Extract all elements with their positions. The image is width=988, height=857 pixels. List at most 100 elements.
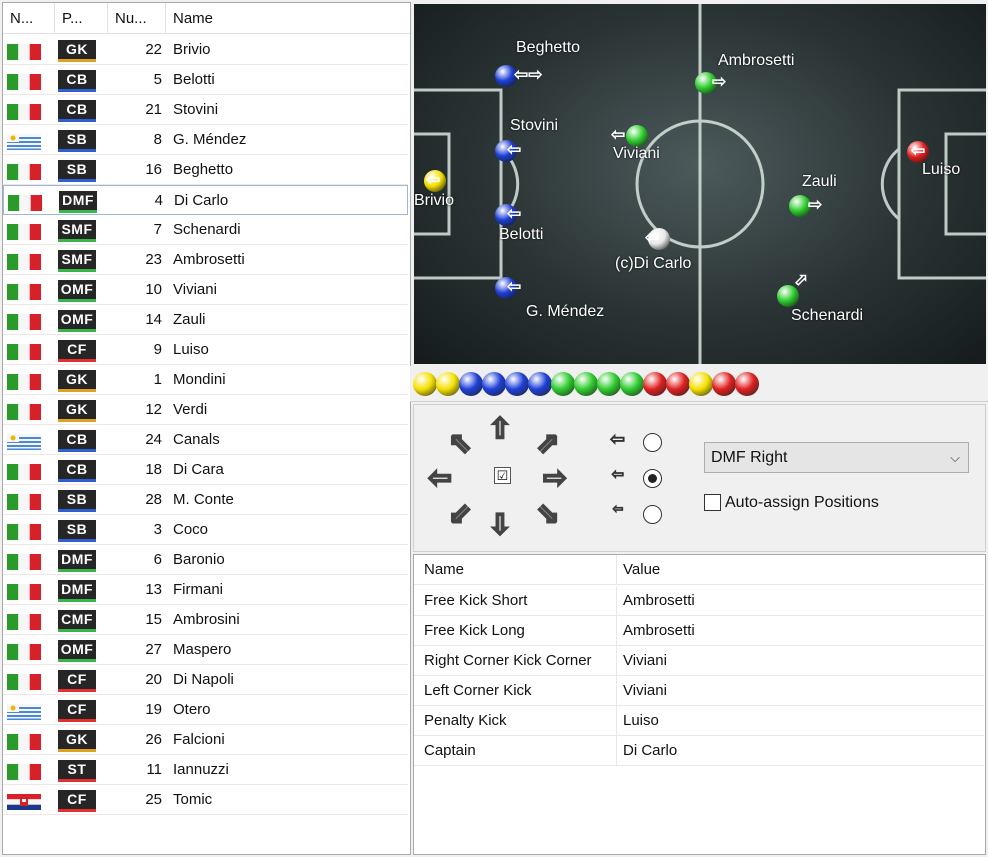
player-label: (c)Di Carlo bbox=[615, 255, 692, 272]
player-name: Stovini bbox=[173, 101, 219, 118]
roster-row[interactable]: CMF 15 Ambrosini bbox=[3, 605, 408, 635]
roster-row[interactable]: SMF 7 Schenardi bbox=[3, 215, 408, 245]
roster-row[interactable]: ST 11 Iannuzzi bbox=[3, 755, 408, 785]
column-header-nation[interactable]: N... bbox=[3, 3, 55, 34]
flag-icon bbox=[7, 794, 41, 810]
movement-arrow-icon: ⬀ bbox=[794, 270, 809, 289]
auto-assign-checkbox[interactable]: Auto-assign Positions bbox=[704, 494, 879, 514]
speed-radio[interactable] bbox=[643, 433, 662, 452]
center-checkbox[interactable]: ☑ bbox=[494, 467, 511, 484]
position-color-bar bbox=[58, 659, 96, 662]
set-piece-taker[interactable]: Di Carlo bbox=[617, 736, 984, 766]
player-ball-icon[interactable] bbox=[626, 125, 648, 147]
roster-row[interactable]: CF 20 Di Napoli bbox=[3, 665, 408, 695]
formation-ball-icon bbox=[528, 372, 552, 396]
player-number: 18 bbox=[145, 461, 162, 478]
formation-ball-icon bbox=[597, 372, 621, 396]
player-name: Luiso bbox=[173, 341, 209, 358]
column-header-name[interactable]: Name bbox=[166, 3, 409, 34]
set-piece-row[interactable]: Left Corner Kick Viviani bbox=[414, 676, 984, 706]
set-piece-name: Free Kick Short bbox=[414, 586, 617, 616]
roster-row[interactable]: CB 5 Belotti bbox=[3, 65, 408, 95]
roster-row[interactable]: CF 25 Tomic bbox=[3, 785, 408, 815]
position-color-bar bbox=[58, 569, 96, 572]
set-piece-name: Penalty Kick bbox=[414, 706, 617, 736]
player-name: Firmani bbox=[173, 581, 224, 598]
player-number: 21 bbox=[145, 101, 162, 118]
roster-row[interactable]: SB 8 G. Méndez bbox=[3, 125, 408, 155]
roster-row[interactable]: OMF 10 Viviani bbox=[3, 275, 408, 305]
roster-row[interactable]: SMF 23 Ambrosetti bbox=[3, 245, 408, 275]
roster-row[interactable]: CB 18 Di Cara bbox=[3, 455, 408, 485]
position-badge: GK bbox=[58, 370, 96, 392]
set-piece-row[interactable]: Captain Di Carlo bbox=[414, 736, 984, 766]
player-label: Stovini bbox=[510, 117, 559, 134]
player-label: Brivio bbox=[414, 192, 455, 209]
player-name: Baronio bbox=[173, 551, 225, 568]
direction-arrow-icon[interactable]: ⇙ bbox=[444, 497, 476, 530]
roster-row[interactable]: CB 21 Stovini bbox=[3, 95, 408, 125]
speed-radio[interactable] bbox=[643, 469, 662, 488]
roster-row[interactable]: OMF 27 Maspero bbox=[3, 635, 408, 665]
position-badge: SB bbox=[58, 490, 96, 512]
column-header-name[interactable]: Name bbox=[414, 555, 617, 585]
set-piece-taker[interactable]: Ambrosetti bbox=[617, 616, 984, 646]
player-number: 27 bbox=[145, 641, 162, 658]
direction-arrow-icon[interactable]: ⇖ bbox=[444, 426, 476, 459]
roster-row[interactable]: DMF 13 Firmani bbox=[3, 575, 408, 605]
set-piece-taker[interactable]: Viviani bbox=[617, 646, 984, 676]
player-number: 1 bbox=[153, 371, 162, 388]
position-badge-label: ST bbox=[58, 760, 96, 779]
direction-arrow-icon[interactable]: ⇩ bbox=[484, 508, 516, 541]
flag-icon bbox=[7, 134, 41, 150]
position-badge-label: DMF bbox=[59, 191, 97, 210]
direction-arrow-icon[interactable]: ⇦ bbox=[424, 461, 456, 494]
speed-radio[interactable] bbox=[643, 505, 662, 524]
position-badge: SMF bbox=[58, 220, 96, 242]
formation-pitch[interactable]: ⇦⇨ Beghetto ⇨ Ambrosetti ⇦ Stovini ⇦ Viviani ⇦ Br… bbox=[414, 4, 986, 364]
column-header-value[interactable]: Value bbox=[617, 555, 984, 585]
roster-row[interactable]: SB 16 Beghetto bbox=[3, 155, 408, 185]
set-piece-taker[interactable]: Viviani bbox=[617, 676, 984, 706]
roster-row[interactable]: DMF 6 Baronio bbox=[3, 545, 408, 575]
roster-row[interactable]: DMF 4 Di Carlo bbox=[3, 185, 408, 215]
direction-arrow-icon[interactable]: ⇧ bbox=[484, 412, 516, 445]
set-piece-taker[interactable]: Luiso bbox=[617, 706, 984, 736]
set-piece-taker[interactable]: Ambrosetti bbox=[617, 586, 984, 616]
player-name: Di Napoli bbox=[173, 671, 234, 688]
roster-row[interactable]: CF 19 Otero bbox=[3, 695, 408, 725]
player-number: 7 bbox=[153, 221, 162, 238]
position-color-bar bbox=[58, 389, 96, 392]
direction-arrow-icon[interactable]: ⇗ bbox=[532, 426, 564, 459]
position-badge: CF bbox=[58, 700, 96, 722]
roster-row[interactable]: GK 1 Mondini bbox=[3, 365, 408, 395]
set-piece-row[interactable]: Free Kick Short Ambrosetti bbox=[414, 586, 984, 616]
roster-row[interactable]: OMF 14 Zauli bbox=[3, 305, 408, 335]
direction-arrow-icon[interactable]: ⇘ bbox=[532, 497, 564, 530]
roster-row[interactable]: GK 12 Verdi bbox=[3, 395, 408, 425]
roster-row[interactable]: GK 26 Falcioni bbox=[3, 725, 408, 755]
position-select[interactable]: DMF Right ⌵ bbox=[704, 442, 969, 473]
position-badge-label: DMF bbox=[58, 580, 96, 599]
player-name: Verdi bbox=[173, 401, 208, 418]
position-badge-label: CB bbox=[58, 100, 96, 119]
formation-ball-icon bbox=[413, 372, 437, 396]
movement-arrow-icon: ⇦ bbox=[507, 277, 522, 296]
set-piece-row[interactable]: Penalty Kick Luiso bbox=[414, 706, 984, 736]
set-piece-row[interactable]: Right Corner Kick Corner Viviani bbox=[414, 646, 984, 676]
column-header-number[interactable]: Nu... bbox=[108, 3, 166, 34]
set-piece-row[interactable]: Free Kick Long Ambrosetti bbox=[414, 616, 984, 646]
roster-row[interactable]: CF 9 Luiso bbox=[3, 335, 408, 365]
column-header-position[interactable]: P... bbox=[55, 3, 108, 34]
position-color-bar bbox=[58, 269, 96, 272]
player-number: 20 bbox=[145, 671, 162, 688]
roster-row[interactable]: SB 3 Coco bbox=[3, 515, 408, 545]
roster-row[interactable]: GK 22 Brivio bbox=[3, 35, 408, 65]
roster-row[interactable]: SB 28 M. Conte bbox=[3, 485, 408, 515]
direction-arrow-icon[interactable]: ⇨ bbox=[539, 461, 571, 494]
position-badge-label: CF bbox=[58, 790, 96, 809]
position-color-bar bbox=[58, 359, 96, 362]
player-name: Belotti bbox=[173, 71, 215, 88]
position-badge-label: SB bbox=[58, 520, 96, 539]
roster-row[interactable]: CB 24 Canals bbox=[3, 425, 408, 455]
